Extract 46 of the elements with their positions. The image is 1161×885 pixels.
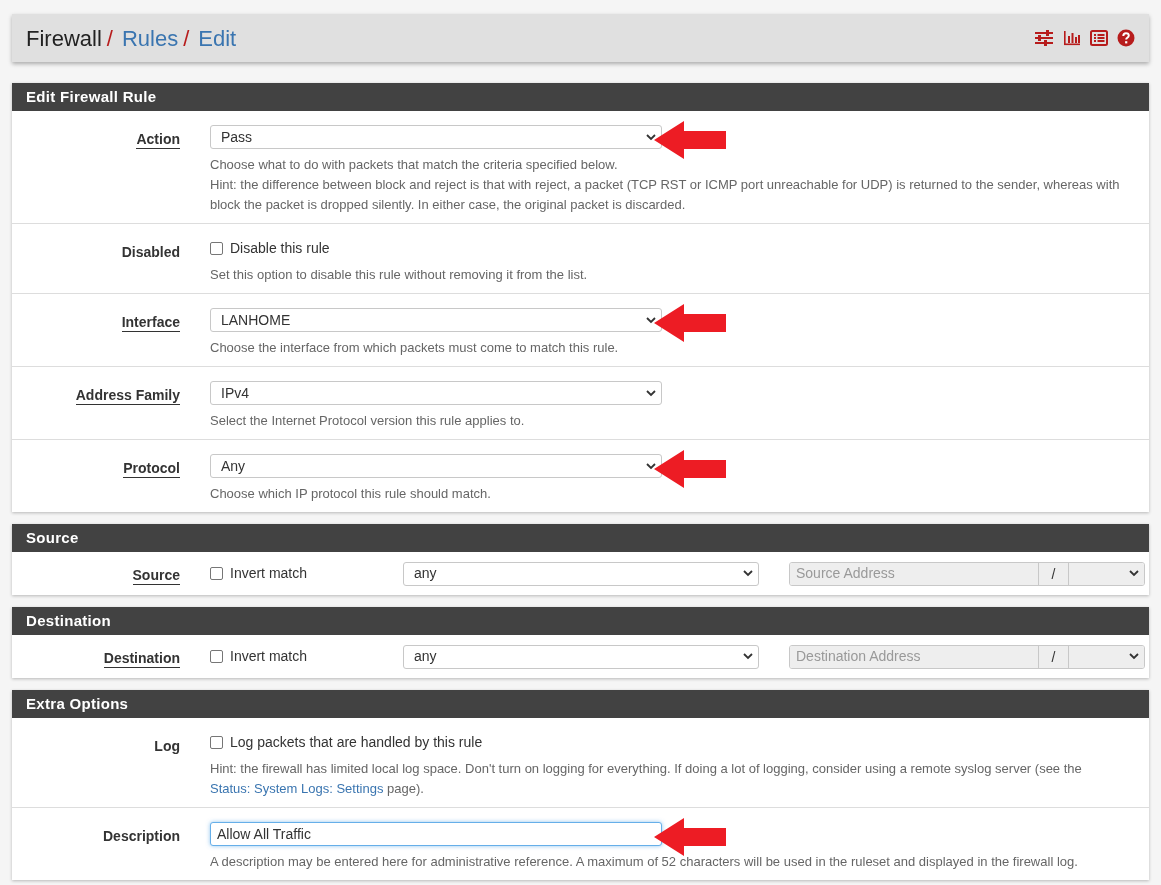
panel-heading: Edit Firewall Rule xyxy=(12,83,1149,111)
panel-heading: Source xyxy=(12,524,1149,552)
description-field[interactable]: Allow All Traffic xyxy=(210,822,662,846)
select-field[interactable]: Any xyxy=(210,454,662,478)
select-field[interactable]: LANHOME xyxy=(210,308,662,332)
chevron-down-icon xyxy=(646,316,656,324)
hint-text: Choose what to do with packets that match the criteria specified below. xyxy=(210,156,619,174)
breadcrumb-link[interactable]: Edit xyxy=(198,21,237,55)
breadcrumb-separator: / xyxy=(183,24,190,53)
select-field[interactable]: IPv4 xyxy=(210,381,662,405)
bar-chart-icon[interactable] xyxy=(1063,30,1081,46)
chevron-down-icon xyxy=(743,653,753,660)
field-label: Disabled xyxy=(121,244,180,260)
chevron-down-icon xyxy=(646,462,656,470)
hint-text: Hint: the difference between block and reject is that with reject, a packet (TCP RST or ICMP port unreachable for UDP) is returned to the sender, whereas with block the packet is dropped silently. In either case, the original packet is discarded. xyxy=(210,176,1121,214)
settings-link[interactable]: Status: System Logs: Settings xyxy=(210,781,384,796)
chevron-down-icon xyxy=(743,570,753,577)
breadcrumb-separator: / xyxy=(106,24,113,53)
hint-text: Select the Internet Protocol version this rule applies to. xyxy=(210,412,526,430)
select-field[interactable]: Pass xyxy=(210,125,662,149)
checkbox-label: Invert match xyxy=(230,564,308,583)
field-label-link[interactable]: Action xyxy=(136,131,180,149)
hint-text: Set this option to disable this rule without removing it from the list. xyxy=(210,266,589,284)
panel-heading: Destination xyxy=(12,607,1149,635)
checkbox-label: Log packets that are handled by this rule xyxy=(230,733,483,752)
chevron-down-icon xyxy=(646,389,656,397)
list-icon[interactable] xyxy=(1090,30,1108,46)
checkbox-label: Disable this rule xyxy=(230,239,330,258)
field-label-link[interactable]: Address Family xyxy=(75,387,180,405)
field-label: Description xyxy=(103,828,180,844)
hint-text: Hint: the firewall has limited local log space. Don't turn on logging for everything. If doing a lot of logging, consider using a remote syslog server (see the Status: System Logs: Settings page). xyxy=(210,760,1083,798)
hint-text: A description may be entered here for administrative reference. A maximum of 52 characters will be used in the ruleset and displayed in the firewall log. xyxy=(210,853,1079,871)
checkbox-label: Invert match xyxy=(230,647,308,666)
breadcrumb-text: Firewall xyxy=(26,24,102,53)
checkbox[interactable] xyxy=(210,736,223,749)
field-label-link[interactable]: Protocol xyxy=(123,460,180,478)
field-label-link[interactable]: Interface xyxy=(121,314,180,332)
checkbox[interactable] xyxy=(210,242,223,255)
breadcrumb-link[interactable]: Rules xyxy=(121,21,179,55)
panel-heading: Extra Options xyxy=(12,690,1149,718)
hint-text: Choose which IP protocol this rule should match. xyxy=(210,485,492,503)
sliders-icon[interactable] xyxy=(1034,30,1054,46)
hint-text: Choose the interface from which packets must come to match this rule. xyxy=(210,339,620,357)
help-icon[interactable] xyxy=(1117,29,1135,47)
chevron-down-icon xyxy=(646,133,656,141)
field-label: Log xyxy=(154,738,180,754)
